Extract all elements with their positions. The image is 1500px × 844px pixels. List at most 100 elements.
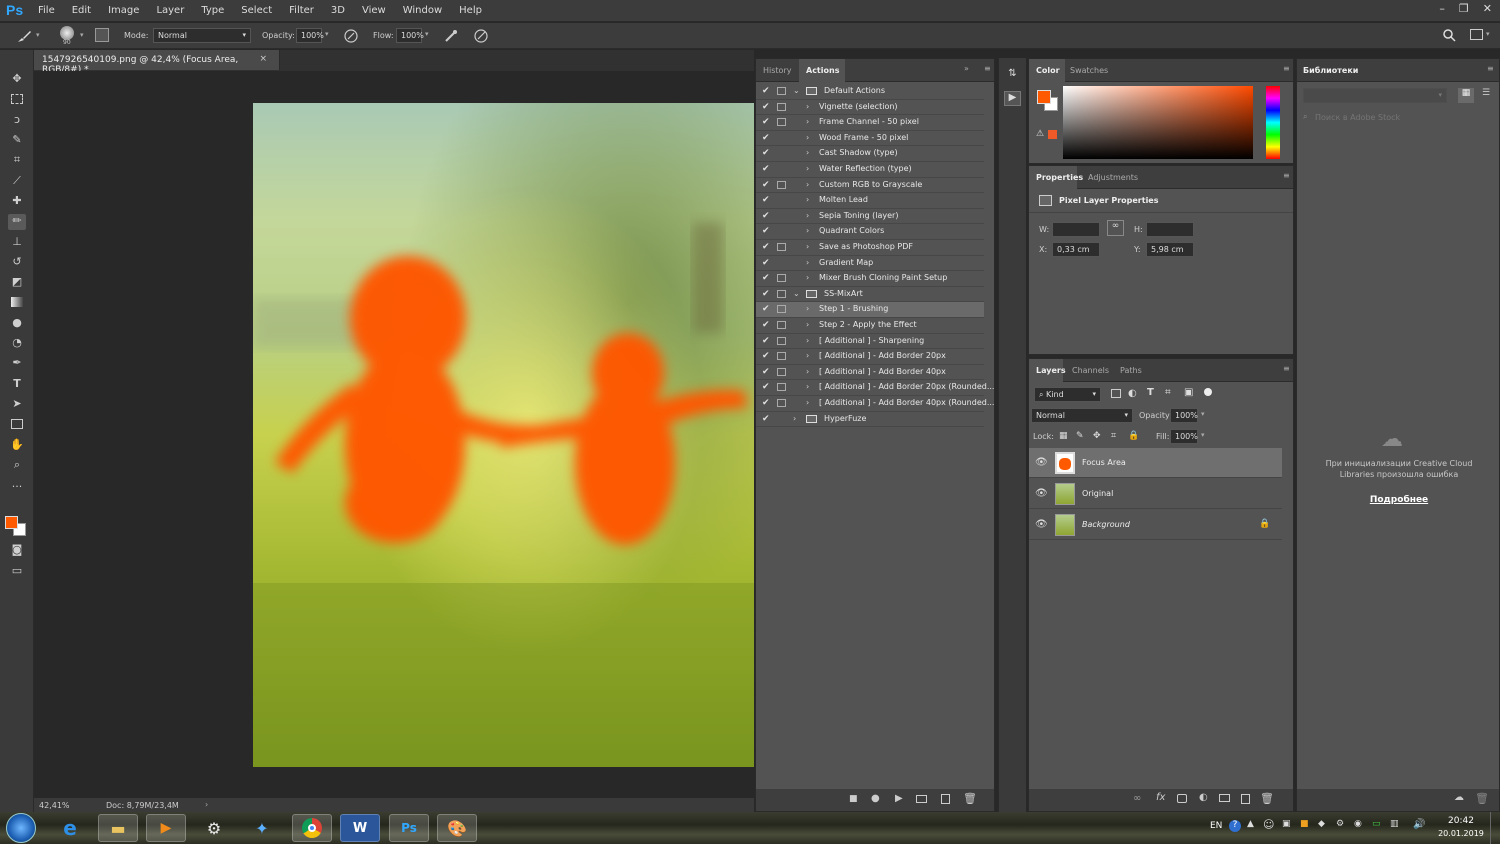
trash-icon[interactable]: 🗑 [1260, 792, 1274, 805]
tab-channels[interactable]: Channels [1072, 366, 1109, 375]
pressure-opacity-icon[interactable] [343, 28, 359, 44]
chevron-right-icon[interactable]: › [806, 164, 809, 173]
eraser-tool-icon[interactable]: ◩ [8, 275, 26, 291]
panel-menu-icon[interactable]: ≡ [1487, 64, 1494, 73]
new-group-icon[interactable] [1219, 794, 1230, 802]
filter-shape-icon[interactable]: ⌗ [1165, 387, 1171, 398]
tray-app-icon[interactable]: ▣ [1282, 819, 1291, 829]
action-row[interactable]: ✔ › Mixer Brush Cloning Paint Setup [756, 271, 984, 287]
flow-input[interactable]: 100% [396, 28, 424, 43]
dialog-toggle-icon[interactable] [777, 383, 786, 392]
chevron-down-icon[interactable]: ▾ [1201, 410, 1205, 418]
document-tab[interactable]: 1547926540109.png @ 42,4% (Focus Area, R… [34, 50, 280, 75]
move-tool-icon[interactable]: ✥ [8, 72, 26, 88]
layer-name[interactable]: Original [1082, 489, 1113, 498]
action-row[interactable]: ✔ › [ Additional ] - Add Border 20px [756, 349, 984, 365]
volume-icon[interactable]: 🔊 [1413, 819, 1425, 830]
dialog-toggle-icon[interactable] [777, 367, 786, 376]
airbrush-icon[interactable] [443, 28, 459, 44]
dialog-toggle-icon[interactable] [777, 289, 786, 298]
checkmark-icon[interactable]: ✔ [762, 164, 770, 174]
minimize-button[interactable]: – [1439, 2, 1445, 15]
menu-3d[interactable]: 3D [331, 5, 345, 16]
fx-icon[interactable]: fx [1156, 792, 1165, 803]
checkmark-icon[interactable]: ✔ [762, 382, 770, 392]
chevron-down-icon[interactable]: ⌄ [793, 86, 800, 95]
action-row[interactable]: ✔ › [ Additional ] - Add Border 20px (Roun… [756, 380, 994, 396]
checkmark-icon[interactable]: ✔ [762, 304, 770, 314]
layer-filter-select[interactable]: ⌕ Kind ▾ [1034, 387, 1101, 402]
layer-opacity-input[interactable]: 100% [1170, 408, 1198, 423]
filter-smart-object-icon[interactable]: ▣ [1184, 387, 1193, 398]
play-icon[interactable]: ▶ [895, 793, 903, 804]
actions-panel-icon[interactable]: ▶ [1004, 91, 1021, 106]
checkmark-icon[interactable]: ✔ [762, 414, 770, 424]
chevron-right-icon[interactable]: › [806, 211, 809, 220]
restore-button[interactable]: ❐ [1459, 2, 1469, 15]
start-button[interactable] [6, 813, 36, 843]
chevron-right-icon[interactable]: › [806, 367, 809, 376]
visibility-eye-icon[interactable]: 👁 [1035, 457, 1048, 468]
internet-explorer-icon[interactable]: e [50, 814, 90, 842]
brush-preview-icon[interactable] [60, 26, 74, 40]
workspace-icon[interactable] [1470, 29, 1483, 40]
menu-edit[interactable]: Edit [72, 5, 91, 16]
photoshop-icon[interactable]: Ps [389, 814, 429, 842]
chevron-right-icon[interactable]: › [806, 382, 809, 391]
add-mask-icon[interactable] [1177, 794, 1187, 803]
brush-tool-icon[interactable]: ✏ [8, 214, 26, 230]
checkmark-icon[interactable]: ✔ [762, 102, 770, 112]
action-row[interactable]: ✔ › Frame Channel - 50 pixel [756, 115, 984, 131]
action-row[interactable]: ✔ › Step 1 - Brushing [756, 302, 984, 318]
menu-image[interactable]: Image [108, 5, 139, 16]
screen-mode-icon[interactable]: ▭ [8, 564, 26, 580]
dialog-toggle-icon[interactable] [777, 227, 786, 235]
tab-adjustments[interactable]: Adjustments [1088, 173, 1138, 182]
tab-libraries[interactable]: Библиотеки [1303, 66, 1358, 75]
filter-type-icon[interactable]: T [1147, 387, 1154, 398]
link-layers-icon[interactable]: ∞ [1133, 793, 1141, 804]
action-row[interactable]: ✔ › Custom RGB to Grayscale [756, 178, 984, 194]
grid-view-icon[interactable]: ▦ [1458, 88, 1474, 103]
dialog-toggle-icon[interactable] [777, 212, 786, 220]
discord-tray-icon[interactable]: ☺ [1263, 818, 1274, 831]
zoom-tool-icon[interactable]: ⌕ [8, 458, 26, 474]
steam-tray-icon[interactable]: ⚙ [1336, 819, 1344, 829]
dialog-toggle-icon[interactable] [777, 305, 786, 314]
menu-window[interactable]: Window [403, 5, 442, 16]
lock-transparent-icon[interactable]: ▦ [1059, 431, 1068, 441]
action-set-row[interactable]: ✔ › HyperFuze [756, 412, 984, 428]
type-tool-icon[interactable]: T [8, 377, 26, 393]
layer-name[interactable]: Focus Area [1082, 458, 1126, 467]
path-selection-tool-icon[interactable]: ➤ [8, 397, 26, 413]
tray-app-icon[interactable]: ■ [1300, 819, 1309, 829]
action-row[interactable]: ✔ › Gradient Map [756, 256, 984, 272]
history-panel-icon[interactable]: ⇅ [1004, 68, 1021, 83]
tab-properties[interactable]: Properties [1036, 173, 1083, 182]
record-icon[interactable]: ● [871, 793, 880, 804]
chevron-right-icon[interactable]: › [806, 258, 809, 267]
action-row[interactable]: ✔ › Step 2 - Apply the Effect [756, 318, 984, 334]
menu-select[interactable]: Select [241, 5, 272, 16]
hue-slider[interactable] [1266, 86, 1280, 159]
pressure-size-icon[interactable] [473, 28, 489, 44]
chevron-down-icon[interactable]: ▾ [1486, 30, 1490, 38]
height-input[interactable] [1146, 222, 1194, 237]
lock-all-icon[interactable]: 🔒 [1128, 431, 1139, 441]
artwork-canvas[interactable] [253, 103, 754, 767]
checkmark-icon[interactable]: ✔ [762, 367, 770, 377]
tab-paths[interactable]: Paths [1120, 366, 1142, 375]
chevron-right-icon[interactable]: › [806, 148, 809, 157]
filter-adjustment-icon[interactable]: ◐ [1128, 388, 1137, 399]
media-player-icon[interactable]: ▶ [146, 814, 186, 842]
action-row[interactable]: ✔ › [ Additional ] - Sharpening [756, 334, 984, 350]
link-dimensions-icon[interactable]: ∞ [1107, 220, 1124, 236]
action-row[interactable]: ✔ › Wood Frame - 50 pixel [756, 131, 984, 147]
quick-selection-tool-icon[interactable]: ✎ [8, 133, 26, 149]
stock-search[interactable]: ⌕ [1303, 111, 1495, 125]
chevron-right-icon[interactable]: › [806, 320, 809, 329]
stop-icon[interactable]: ■ [849, 794, 858, 804]
action-row[interactable]: ✔ › Save as Photoshop PDF [756, 240, 984, 256]
checkmark-icon[interactable]: ✔ [762, 117, 770, 127]
dialog-toggle-icon[interactable] [777, 102, 786, 111]
